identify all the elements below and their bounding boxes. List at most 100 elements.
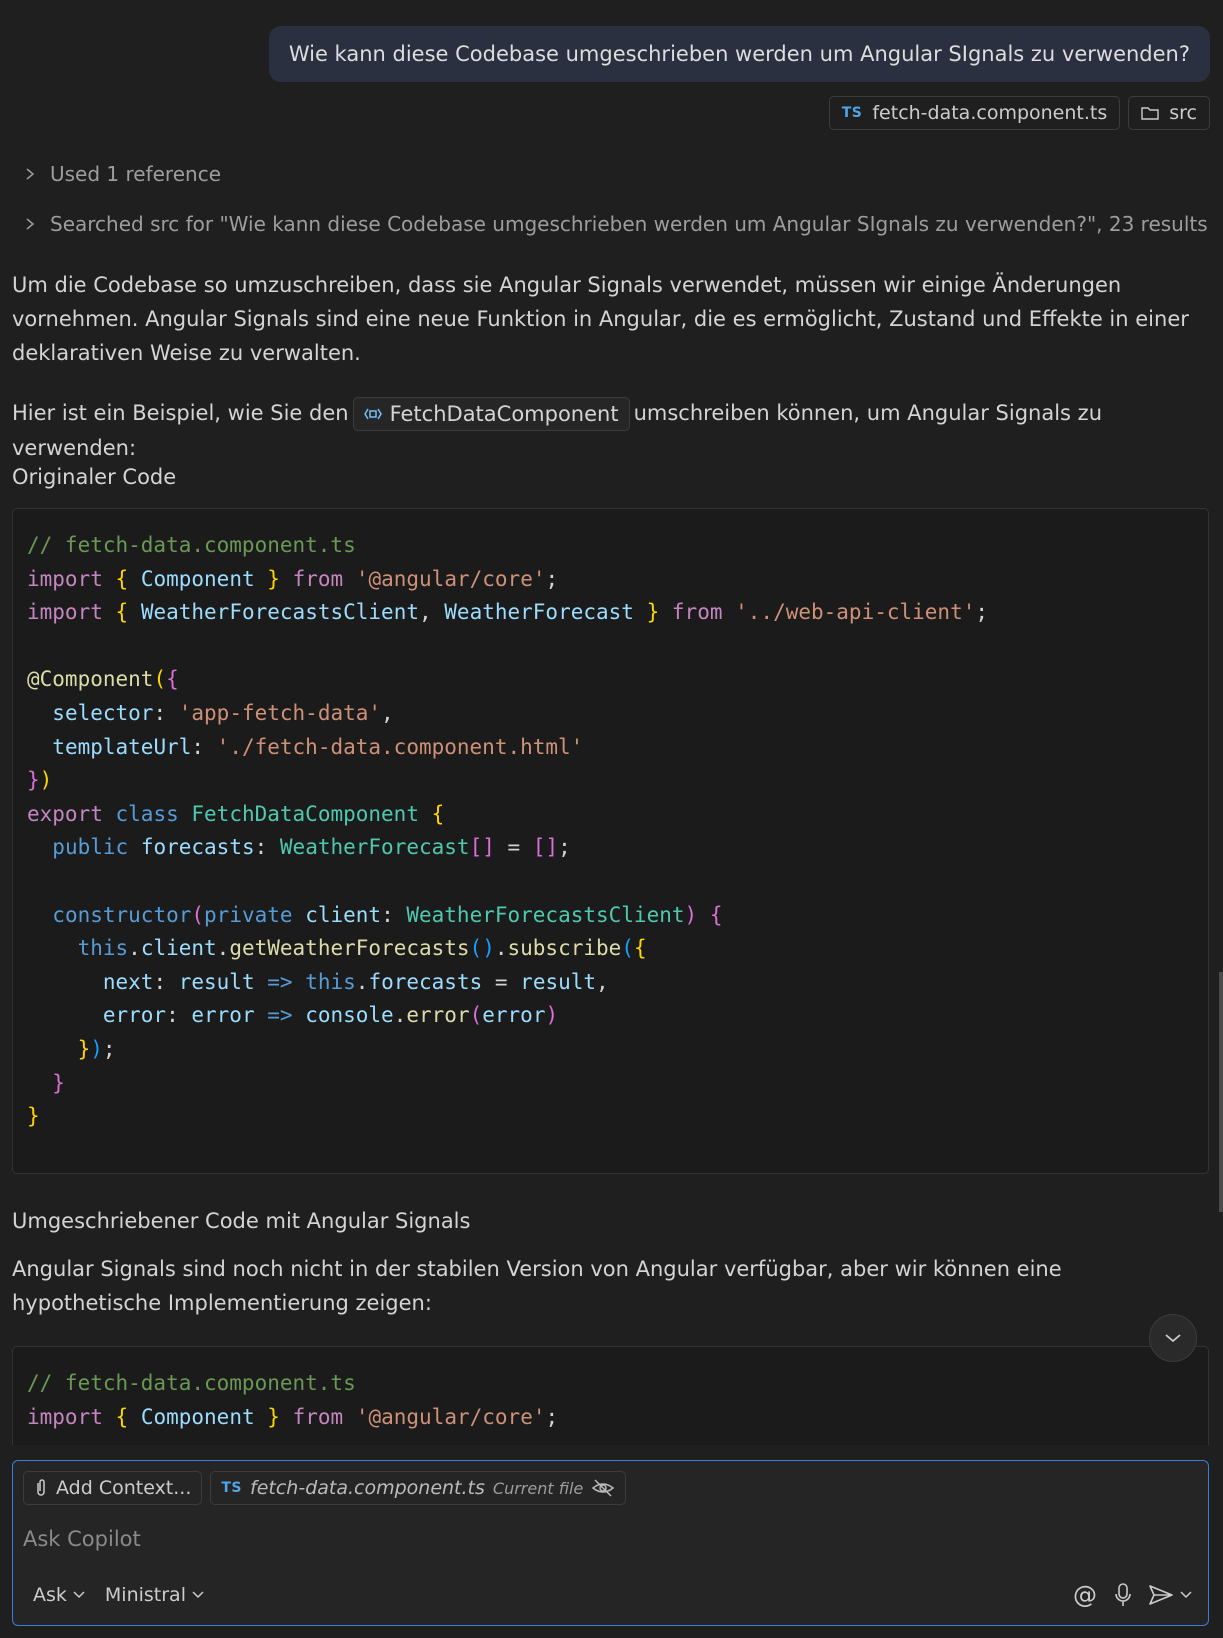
code-token: // fetch-data.component.ts	[27, 533, 356, 557]
code-block-rewritten[interactable]: // fetch-data.component.ts import { Compo…	[12, 1346, 1209, 1445]
code-token: }	[267, 1404, 280, 1429]
code-token: {	[115, 566, 129, 591]
code-token: :	[191, 734, 217, 759]
code-token: :	[254, 835, 280, 860]
chat-scroll-area[interactable]: Wie kann diese Codebase umgeschrieben we…	[0, 0, 1223, 1445]
code-token: selector	[52, 700, 154, 725]
code-line: error: error => console.error(error)	[27, 999, 1194, 1033]
code-token: from	[292, 1404, 344, 1429]
code-line: import { Component } from '@angular/core…	[27, 563, 1194, 597]
code-line: }	[27, 1067, 1194, 1101]
symbol-reference[interactable]: FetchDataComponent	[352, 397, 630, 431]
code-line: }	[27, 1100, 1194, 1134]
code-token: ,	[381, 700, 394, 725]
ask-input[interactable]	[23, 1521, 1183, 1557]
code-token: {	[115, 1404, 129, 1429]
attachment-file-chip[interactable]: TS fetch-data.component.ts	[828, 96, 1121, 130]
code-token: .	[494, 936, 508, 961]
used-references-label: Used 1 reference	[50, 162, 221, 186]
chevron-right-icon	[26, 218, 35, 230]
code-token: ,	[418, 600, 445, 625]
code-token: WeatherForecastsClient	[140, 600, 419, 625]
code-token: error	[191, 1003, 255, 1028]
code-token: console	[305, 1003, 394, 1028]
code-token: forecasts	[140, 835, 255, 860]
code-token: (	[469, 1003, 483, 1028]
code-token: client	[305, 902, 382, 927]
code-line: // fetch-data.component.ts	[27, 529, 1194, 563]
code-token: }	[77, 1036, 91, 1061]
microphone-button[interactable]	[1104, 1577, 1142, 1613]
code-token: =	[482, 969, 521, 994]
code-token: ;	[558, 835, 571, 860]
code-token: .	[128, 936, 141, 961]
chevron-down-icon	[1180, 1591, 1192, 1599]
code-token: @Component	[27, 667, 154, 692]
code-token: from	[671, 600, 723, 625]
code-token: }	[646, 600, 660, 625]
send-button[interactable]	[1142, 1577, 1198, 1613]
code-token: :	[166, 1003, 192, 1028]
current-file-label: Current file	[492, 1478, 584, 1498]
code-token: :	[153, 969, 179, 994]
code-token: client	[140, 936, 217, 961]
add-context-button[interactable]: Add Context...	[23, 1471, 203, 1505]
scrollbar-thumb[interactable]	[1219, 972, 1223, 1212]
used-references-toggle[interactable]: Used 1 reference	[24, 162, 221, 186]
code-line: this.client.getWeatherForecasts().subscr…	[27, 932, 1194, 966]
folder-icon	[1141, 107, 1159, 120]
at-sign-icon: @	[1073, 1581, 1097, 1609]
attachment-folder-chip[interactable]: src	[1128, 96, 1210, 130]
code-token: []	[532, 835, 559, 860]
eye-closed-icon[interactable]	[591, 1478, 615, 1498]
code-token: forecasts	[368, 969, 483, 994]
code-token: private	[204, 902, 293, 927]
code-token: subscribe	[507, 936, 622, 961]
code-token: '@angular/core'	[355, 1404, 546, 1429]
code-token: next	[102, 969, 154, 994]
code-token: Component	[140, 566, 255, 591]
mode-label: Ask	[33, 1584, 67, 1606]
current-file-chip[interactable]: TS fetch-data.component.ts Current file	[210, 1471, 627, 1505]
scroll-to-bottom-button[interactable]	[1149, 1314, 1197, 1362]
code-token: ;	[545, 1404, 559, 1429]
code-line: // fetch-data.component.ts	[27, 1367, 1194, 1401]
code-line: import { WeatherForecastsClient, Weather…	[27, 596, 1194, 630]
context-row: Add Context... TS fetch-data.component.t…	[23, 1471, 627, 1505]
chat-input-box: Add Context... TS fetch-data.component.t…	[12, 1460, 1209, 1626]
search-results-toggle[interactable]: Searched src for "Wie kann diese Codebas…	[24, 212, 1208, 236]
mode-dropdown[interactable]: Ask	[23, 1579, 95, 1611]
code-token: []	[469, 835, 495, 860]
mention-button[interactable]: @	[1066, 1577, 1104, 1613]
code-token: :	[381, 902, 407, 927]
code-token: {	[166, 667, 179, 692]
code-line: selector: 'app-fetch-data',	[27, 697, 1194, 731]
code-token: =>	[267, 1003, 293, 1028]
code-token: )	[545, 1003, 559, 1028]
code-block-original[interactable]: // fetch-data.component.ts import { Compo…	[12, 508, 1209, 1174]
model-dropdown[interactable]: Ministral	[95, 1579, 214, 1611]
code-token: WeatherForecastsClient	[406, 902, 685, 927]
